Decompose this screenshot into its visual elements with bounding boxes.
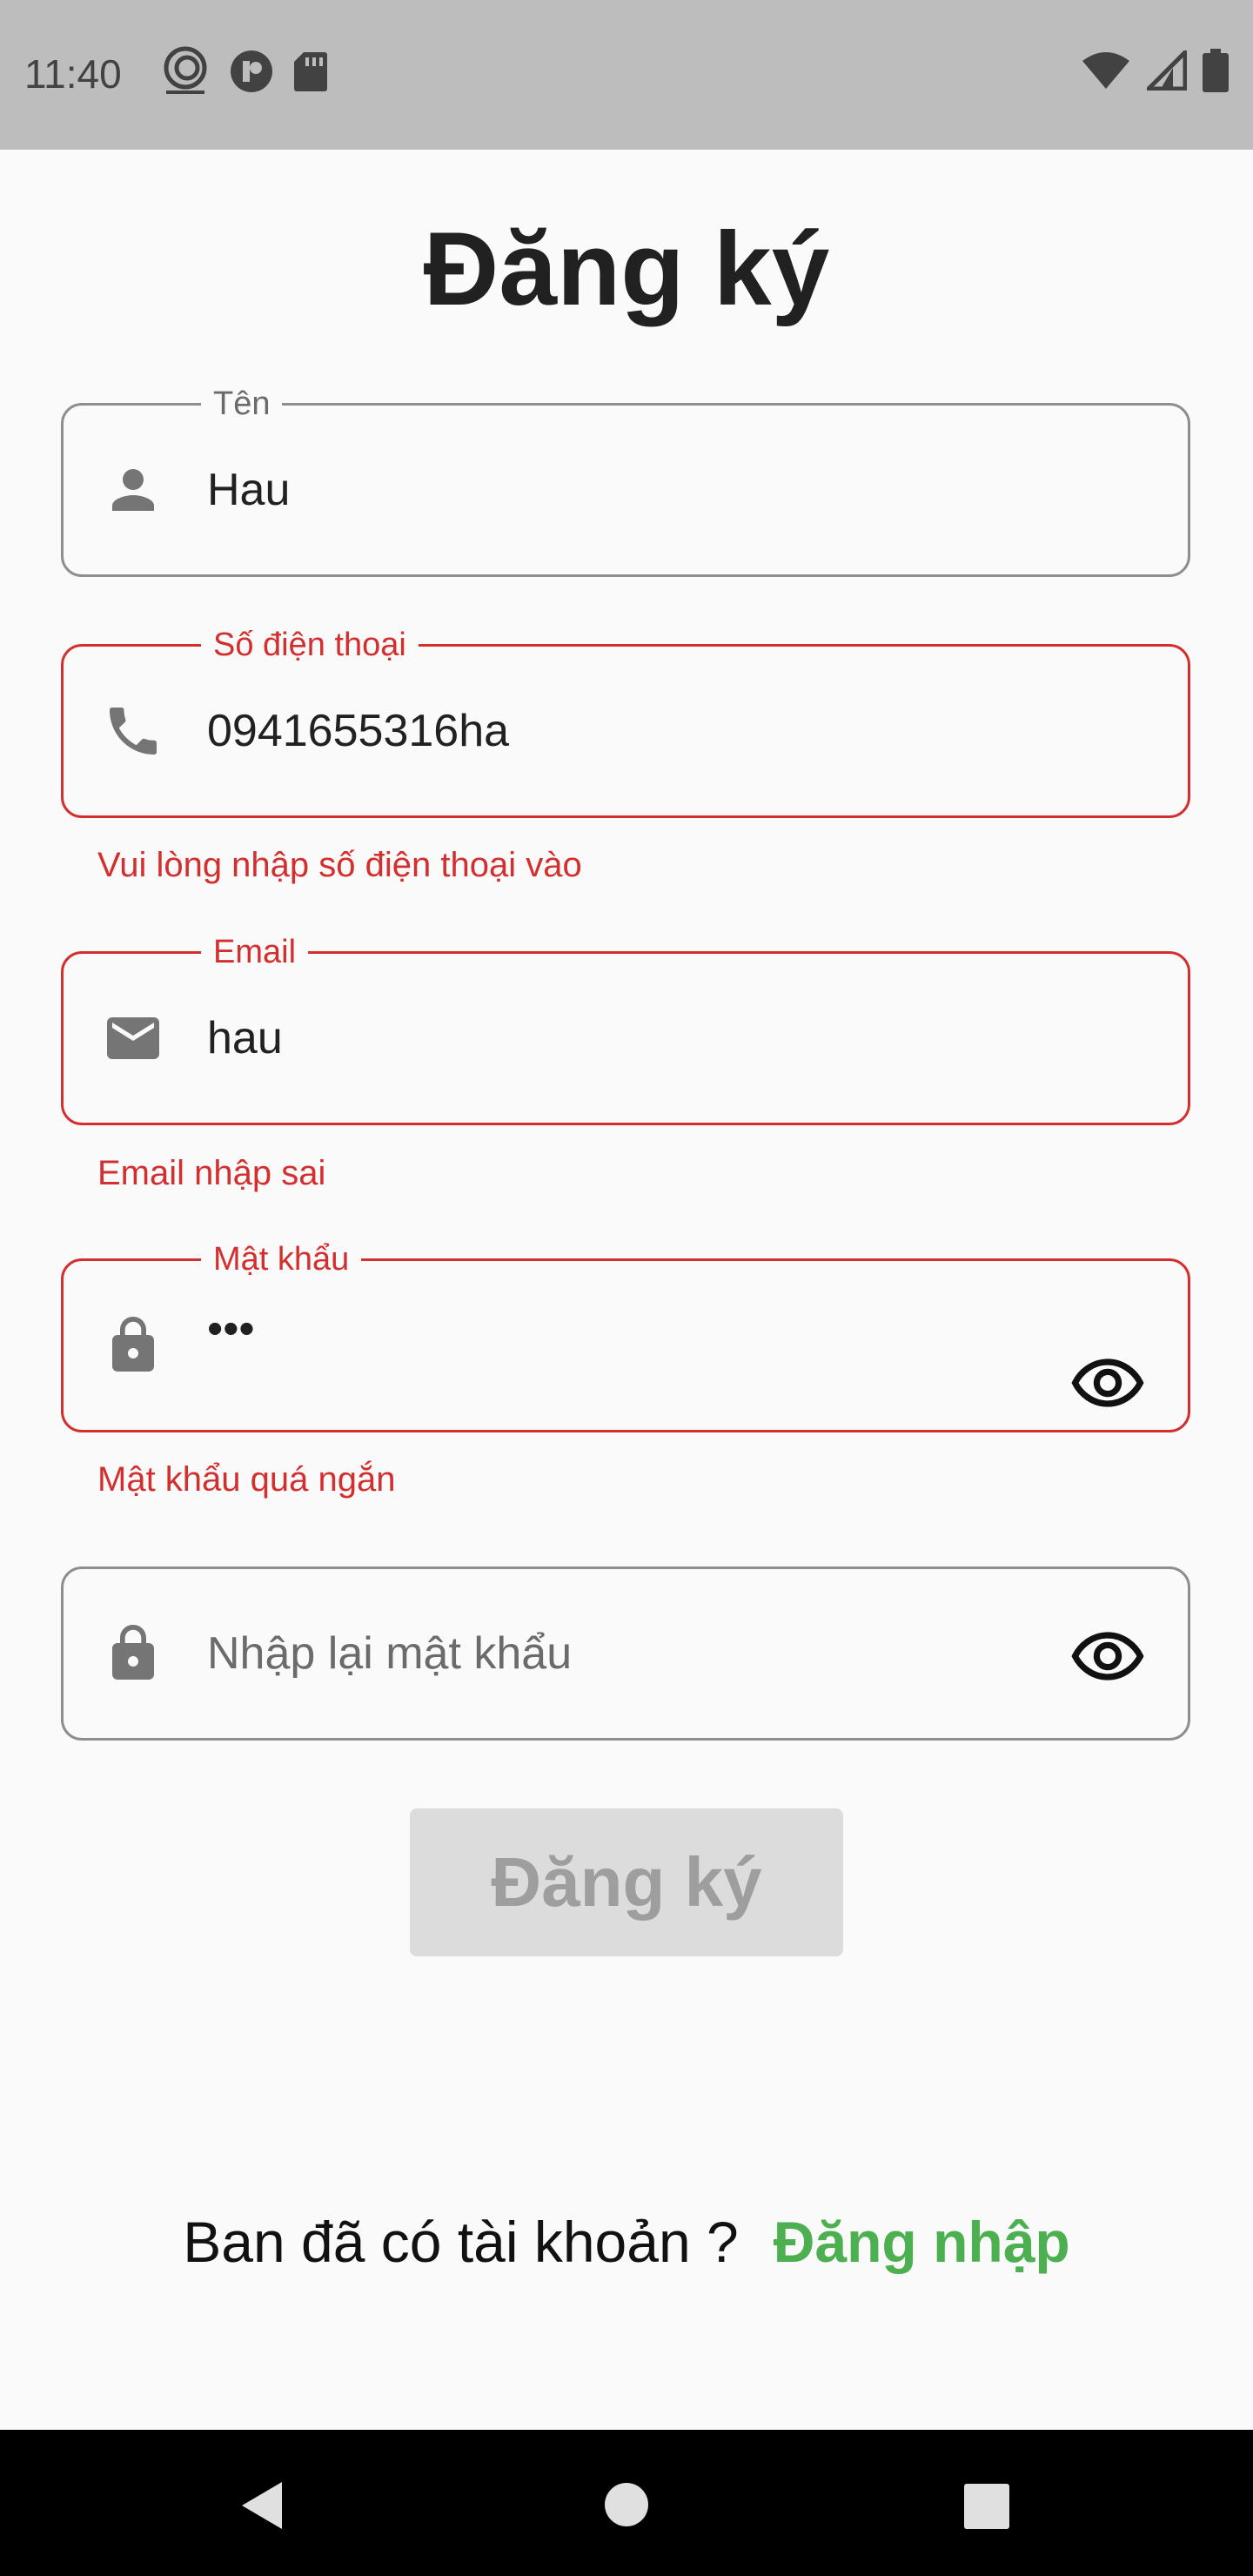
phone-icon xyxy=(110,708,157,755)
status-time: 11:40 xyxy=(24,51,122,97)
home-icon[interactable] xyxy=(604,2482,649,2527)
login-link[interactable]: Đăng nhập xyxy=(774,2210,1070,2274)
login-prompt: Ban đã có tài khoản ? Đăng nhập xyxy=(0,2209,1253,2275)
email-label: Email xyxy=(201,933,309,971)
password-label: Mật khẩu xyxy=(201,1240,362,1278)
lock-icon xyxy=(112,1317,154,1372)
battery-icon xyxy=(1203,49,1229,92)
confirm-password-input[interactable]: Nhập lại mật khẩu xyxy=(207,1627,572,1680)
phone-label: Số điện thoại xyxy=(201,626,419,664)
app-notification-icon xyxy=(231,50,272,92)
status-bar: 11:40 xyxy=(0,0,1253,150)
app-logo-icon xyxy=(164,46,207,94)
eye-icon[interactable] xyxy=(1071,1630,1144,1682)
email-icon xyxy=(107,1017,159,1059)
phone-error: Vui lòng nhập số điện thoại vào xyxy=(97,846,582,884)
back-icon[interactable] xyxy=(237,2479,285,2532)
confirm-password-field[interactable]: Nhập lại mật khẩu xyxy=(61,1566,1190,1741)
navigation-bar xyxy=(0,2430,1253,2576)
sd-card-icon xyxy=(294,52,327,91)
eye-icon[interactable] xyxy=(1071,1357,1144,1409)
notification-icons xyxy=(161,45,328,97)
wifi-icon xyxy=(1082,52,1129,89)
lock-icon xyxy=(112,1625,154,1680)
password-field[interactable]: Mật khẩu ••• xyxy=(61,1240,1190,1432)
email-input[interactable]: hau xyxy=(207,1012,283,1064)
register-button[interactable]: Đăng ký xyxy=(410,1808,843,1956)
name-field[interactable]: Tên Hau xyxy=(61,385,1190,577)
login-prompt-text: Ban đã có tài khoản ? xyxy=(183,2210,739,2274)
phone-input[interactable]: 0941655316ha xyxy=(207,705,509,757)
email-field[interactable]: Email hau xyxy=(61,933,1190,1125)
page-title: Đăng ký xyxy=(423,211,830,327)
name-input[interactable]: Hau xyxy=(207,464,290,516)
signal-icon xyxy=(1147,50,1187,91)
name-label: Tên xyxy=(201,385,283,423)
person-icon xyxy=(112,469,154,511)
email-error: Email nhập sai xyxy=(97,1154,326,1192)
password-error: Mật khẩu quá ngắn xyxy=(97,1460,396,1499)
system-icons xyxy=(1081,49,1229,92)
phone-field[interactable]: Số điện thoại 0941655316ha xyxy=(61,626,1190,818)
password-input[interactable]: ••• xyxy=(207,1303,255,1355)
recents-icon[interactable] xyxy=(964,2484,1009,2529)
